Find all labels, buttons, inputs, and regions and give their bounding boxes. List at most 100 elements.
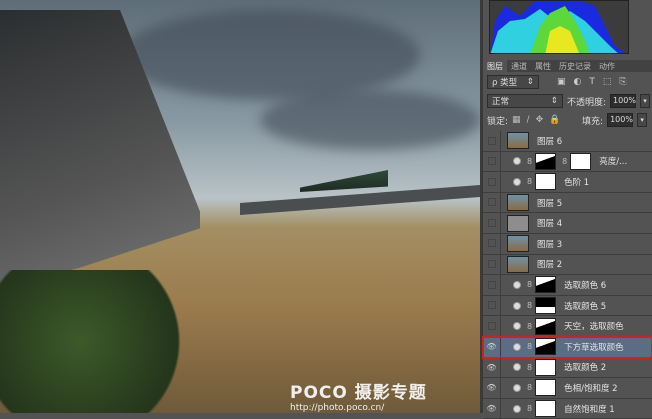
layer-name: 色相/饱和度 2 — [564, 383, 618, 394]
layer-mask-thumbnail[interactable] — [535, 276, 557, 294]
link-icon[interactable]: 8 — [527, 342, 532, 351]
adjustment-icon — [513, 301, 521, 310]
histogram — [489, 0, 629, 54]
visibility-toggle[interactable] — [483, 254, 501, 275]
visibility-toggle[interactable] — [483, 131, 501, 151]
layer-row[interactable]: 图层 2 — [483, 254, 652, 276]
adjustment-icon — [513, 280, 521, 289]
layer-list: 图层 6 8 8 亮度/... 8 色阶 1 图层 5 图层 4 图层 3 图层 2 8 选取颜色 6… — [482, 131, 652, 419]
cloud — [260, 90, 480, 150]
blend-mode-value: 正常 — [492, 97, 510, 107]
link-icon[interactable]: 8 — [527, 280, 532, 289]
layer-mask-thumbnail[interactable] — [535, 358, 557, 376]
layers-panel: 图层 通道 属性 历史记录 动作 ρ 类型 ⇕ ▣◐T⬚⎘ 正常 ⇕ 不透明度: 1… — [482, 0, 652, 419]
visibility-toggle[interactable] — [483, 192, 501, 213]
link-icon[interactable]: 8 — [527, 363, 532, 372]
layer-name: 下方草选取颜色 — [564, 342, 624, 353]
link-icon[interactable]: 8 — [527, 157, 532, 166]
layer-name: 色阶 1 — [564, 177, 590, 188]
canvas-photo[interactable]: POCO 摄影专题 http://photo.poco.cn/ — [0, 0, 480, 413]
layer-row[interactable]: 8 天空，选取颜色 — [483, 316, 652, 337]
visibility-toggle[interactable] — [483, 172, 501, 192]
layer-name: 选取颜色 5 — [564, 301, 607, 312]
layer-row[interactable]: 👁 8 色相/饱和度 2 — [483, 378, 652, 399]
fill-dropdown[interactable]: ▾ — [637, 113, 648, 127]
link-icon[interactable]: 8 — [527, 404, 532, 413]
filter-icons[interactable]: ▣◐T⬚⎘ — [557, 77, 635, 87]
layer-thumbnail — [507, 255, 529, 273]
layer-row[interactable]: 👁 8 下方草选取颜色 — [482, 335, 652, 359]
layer-name: 图层 4 — [537, 219, 563, 230]
adjustment-icon — [513, 177, 521, 186]
layer-name: 图层 6 — [537, 136, 563, 147]
layer-mask-thumbnail[interactable] — [535, 152, 557, 170]
tab-properties[interactable]: 属性 — [531, 60, 555, 72]
layer-row[interactable]: 图层 5 — [483, 192, 652, 214]
train — [300, 170, 388, 192]
adjustment-icon — [513, 342, 521, 351]
blend-mode-select[interactable]: 正常 ⇕ — [487, 94, 563, 108]
layer-name: 亮度/... — [599, 157, 628, 168]
layer-thumbnail — [507, 194, 529, 212]
opacity-input[interactable]: 100% — [610, 94, 637, 108]
opacity-dropdown[interactable]: ▾ — [640, 94, 651, 108]
layer-mask-thumbnail[interactable] — [535, 338, 557, 356]
tab-channels[interactable]: 通道 — [507, 60, 531, 72]
filter-row: ρ 类型 ⇕ ▣◐T⬚⎘ — [487, 75, 635, 89]
link-icon[interactable]: 8 — [562, 157, 567, 166]
layer-mask-thumbnail[interactable] — [535, 173, 557, 191]
tab-history[interactable]: 历史记录 — [555, 60, 595, 72]
link-icon[interactable]: 8 — [527, 301, 532, 310]
layer-row[interactable]: 👁 8 选取颜色 2 — [483, 357, 652, 379]
layer-row[interactable]: 图层 4 — [483, 213, 652, 234]
filter-kind-select[interactable]: ρ 类型 ⇕ — [487, 75, 539, 89]
eye-icon[interactable]: 👁 — [483, 398, 501, 419]
fill-label: 填充: — [582, 116, 604, 127]
layer-row[interactable]: 图层 3 — [483, 233, 652, 255]
visibility-toggle[interactable] — [483, 275, 501, 295]
layer-mask-thumbnail[interactable] — [570, 152, 592, 170]
layer-row[interactable]: 8 8 亮度/... — [483, 151, 652, 173]
opacity-label: 不透明度: — [567, 97, 607, 108]
eye-icon[interactable]: 👁 — [483, 378, 501, 398]
layer-mask-thumbnail[interactable] — [535, 379, 557, 397]
lock-icons[interactable]: ▦/✥🔒 — [512, 115, 578, 125]
adjustment-icon — [513, 322, 521, 331]
link-icon[interactable]: 8 — [527, 383, 532, 392]
watermark: POCO 摄影专题 http://photo.poco.cn/ — [290, 378, 427, 413]
visibility-toggle[interactable] — [483, 233, 501, 254]
layer-name: 图层 3 — [537, 239, 563, 250]
layer-row[interactable]: 8 色阶 1 — [483, 172, 652, 193]
tab-layers[interactable]: 图层 — [483, 60, 507, 72]
layer-name: 图层 2 — [537, 260, 563, 271]
adjustment-icon — [513, 404, 521, 413]
cloud — [120, 10, 420, 100]
adjustment-icon — [513, 363, 521, 372]
layer-mask-thumbnail[interactable] — [535, 317, 557, 335]
eye-icon[interactable]: 👁 — [483, 357, 501, 378]
visibility-toggle[interactable] — [483, 316, 501, 336]
visibility-toggle[interactable] — [483, 151, 501, 172]
eye-icon[interactable]: 👁 — [483, 336, 501, 357]
tab-actions[interactable]: 动作 — [595, 60, 619, 72]
fill-input[interactable]: 100% — [607, 113, 634, 127]
visibility-toggle[interactable] — [483, 213, 501, 233]
layer-row[interactable]: 8 选取颜色 6 — [483, 275, 652, 296]
visibility-toggle[interactable] — [483, 295, 501, 316]
layer-row[interactable]: 8 选取颜色 5 — [483, 295, 652, 317]
layer-row[interactable]: 👁 8 自然饱和度 1 — [483, 398, 652, 419]
link-icon[interactable]: 8 — [527, 322, 532, 331]
watermark-logo: POCO 摄影专题 — [290, 383, 427, 403]
layer-row[interactable]: 图层 6 — [483, 131, 652, 152]
layer-name: 天空，选取颜色 — [564, 322, 624, 333]
histogram-graph — [490, 1, 625, 53]
layer-thumbnail — [507, 132, 529, 150]
layer-mask-thumbnail[interactable] — [535, 400, 557, 418]
layer-mask-thumbnail[interactable] — [535, 297, 557, 315]
lock-label: 锁定: — [487, 116, 509, 127]
plants — [0, 270, 200, 413]
layer-thumbnail — [507, 235, 529, 253]
link-icon[interactable]: 8 — [527, 177, 532, 186]
layer-name: 图层 5 — [537, 198, 563, 209]
layer-name: 选取颜色 2 — [564, 363, 607, 374]
